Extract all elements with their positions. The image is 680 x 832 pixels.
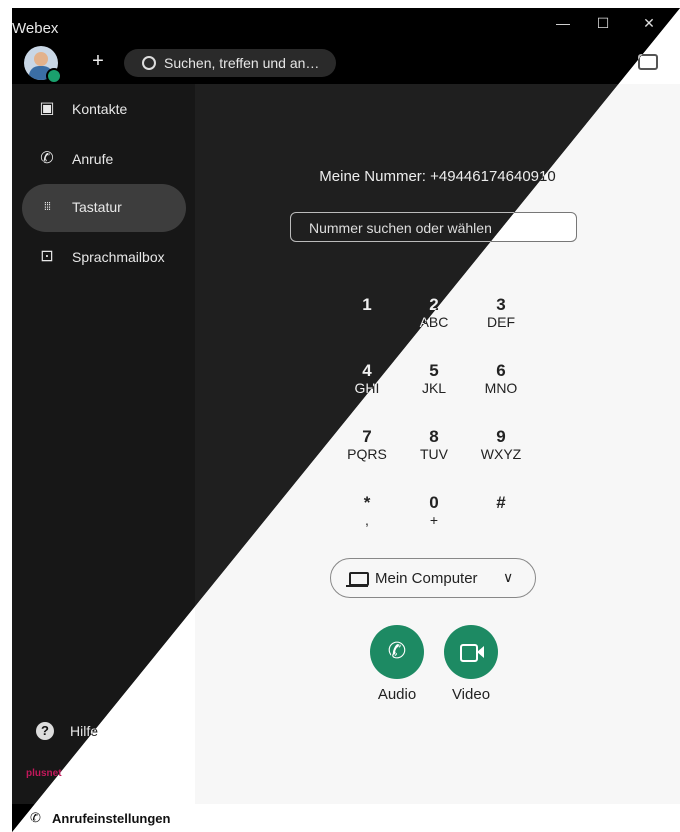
dial-input-placeholder: Nummer suchen oder wählen bbox=[309, 220, 492, 236]
audio-call-button[interactable]: ✆ bbox=[370, 625, 424, 679]
key-digit: 9 bbox=[496, 427, 506, 446]
key-hash[interactable]: # bbox=[471, 490, 531, 544]
key-digit: * bbox=[363, 493, 371, 512]
video-call-button[interactable] bbox=[444, 625, 498, 679]
brand-logo: plusnet bbox=[26, 768, 62, 779]
call-settings-bar[interactable]: ✆ Anrufeinstellungen bbox=[12, 804, 680, 832]
key-7[interactable]: 7PQRS bbox=[337, 424, 397, 478]
sidebar-item-voicemail[interactable]: ⊡ Sprachmailbox bbox=[22, 234, 186, 282]
key-letters: TUV bbox=[420, 446, 448, 462]
sidebar-item-dialpad[interactable]: ⁞⁞⁞ Tastatur bbox=[22, 184, 186, 232]
title-bar: Webex — ☐ ✕ + Suchen, treffen und an… bbox=[12, 8, 680, 84]
add-button[interactable]: + bbox=[88, 51, 108, 72]
search-placeholder: Suchen, treffen und an… bbox=[164, 55, 320, 71]
sidebar-item-label: Tastatur bbox=[72, 199, 122, 215]
audio-label: Audio bbox=[377, 686, 417, 703]
sidebar-item-label: Kontakte bbox=[72, 101, 128, 117]
key-5[interactable]: 5JKL bbox=[404, 358, 464, 412]
phone-icon: ✆ bbox=[387, 638, 407, 663]
maximize-button[interactable]: ☐ bbox=[588, 12, 618, 34]
help-icon: ? bbox=[36, 722, 54, 740]
key-0[interactable]: 0+ bbox=[404, 490, 464, 544]
device-select-button[interactable]: Mein Computer ∨ bbox=[330, 558, 536, 598]
sidebar-item-label: Sprachmailbox bbox=[72, 249, 165, 265]
device-label: Mein Computer bbox=[375, 570, 478, 587]
contacts-icon: ▣ bbox=[39, 100, 55, 117]
key-6[interactable]: 6MNO bbox=[471, 358, 531, 412]
key-digit: 5 bbox=[429, 361, 439, 380]
phone-icon: ✆ bbox=[40, 150, 54, 167]
key-3[interactable]: 3DEF bbox=[471, 292, 531, 346]
key-letters: JKL bbox=[421, 380, 447, 396]
key-letters: , bbox=[365, 512, 369, 528]
key-letters: PQRS bbox=[347, 446, 387, 462]
laptop-icon bbox=[346, 572, 369, 587]
sidebar-item-calls[interactable]: ✆ Anrufe bbox=[22, 136, 186, 184]
chevron-down-icon: ∨ bbox=[503, 569, 514, 585]
key-digit: 6 bbox=[496, 361, 506, 380]
call-settings-icon: ✆ bbox=[30, 810, 41, 825]
minimize-button[interactable]: — bbox=[548, 12, 578, 34]
search-icon bbox=[142, 56, 156, 70]
app-title: Webex bbox=[12, 20, 59, 37]
call-settings-label: Anrufeinstellungen bbox=[52, 811, 171, 826]
key-8[interactable]: 8TUV bbox=[404, 424, 464, 478]
key-digit: # bbox=[496, 493, 506, 512]
key-letters: WXYZ bbox=[480, 446, 522, 462]
key-digit: 0 bbox=[429, 493, 439, 512]
sidebar-item-contacts[interactable]: ▣ Kontakte bbox=[22, 86, 186, 134]
close-button[interactable]: ✕ bbox=[634, 12, 664, 34]
key-digit: 8 bbox=[429, 427, 439, 446]
key-9[interactable]: 9WXYZ bbox=[471, 424, 531, 478]
video-camera-lens bbox=[477, 646, 484, 658]
video-label: Video bbox=[451, 686, 491, 703]
key-digit: 3 bbox=[496, 295, 506, 314]
key-letters: + bbox=[429, 512, 439, 528]
video-camera-icon bbox=[460, 644, 478, 662]
key-1[interactable]: 1 bbox=[337, 292, 397, 346]
presence-status-icon bbox=[46, 68, 62, 84]
webex-window: Webex — ☐ ✕ + Suchen, treffen und an… ▣ … bbox=[12, 8, 680, 832]
key-letters: DEF bbox=[487, 314, 515, 330]
voicemail-icon: ⊡ bbox=[40, 248, 54, 265]
avatar-face bbox=[34, 52, 48, 66]
dialpad-icon: ⁞⁞⁞ bbox=[43, 201, 51, 213]
key-star[interactable]: *, bbox=[337, 490, 397, 544]
screen-share-icon[interactable] bbox=[638, 54, 658, 70]
search-input[interactable]: Suchen, treffen und an… bbox=[124, 49, 336, 77]
key-letters: MNO bbox=[484, 380, 518, 396]
sidebar-item-label: Anrufe bbox=[72, 151, 114, 167]
key-digit: 7 bbox=[362, 427, 372, 446]
key-digit: 1 bbox=[362, 295, 372, 314]
